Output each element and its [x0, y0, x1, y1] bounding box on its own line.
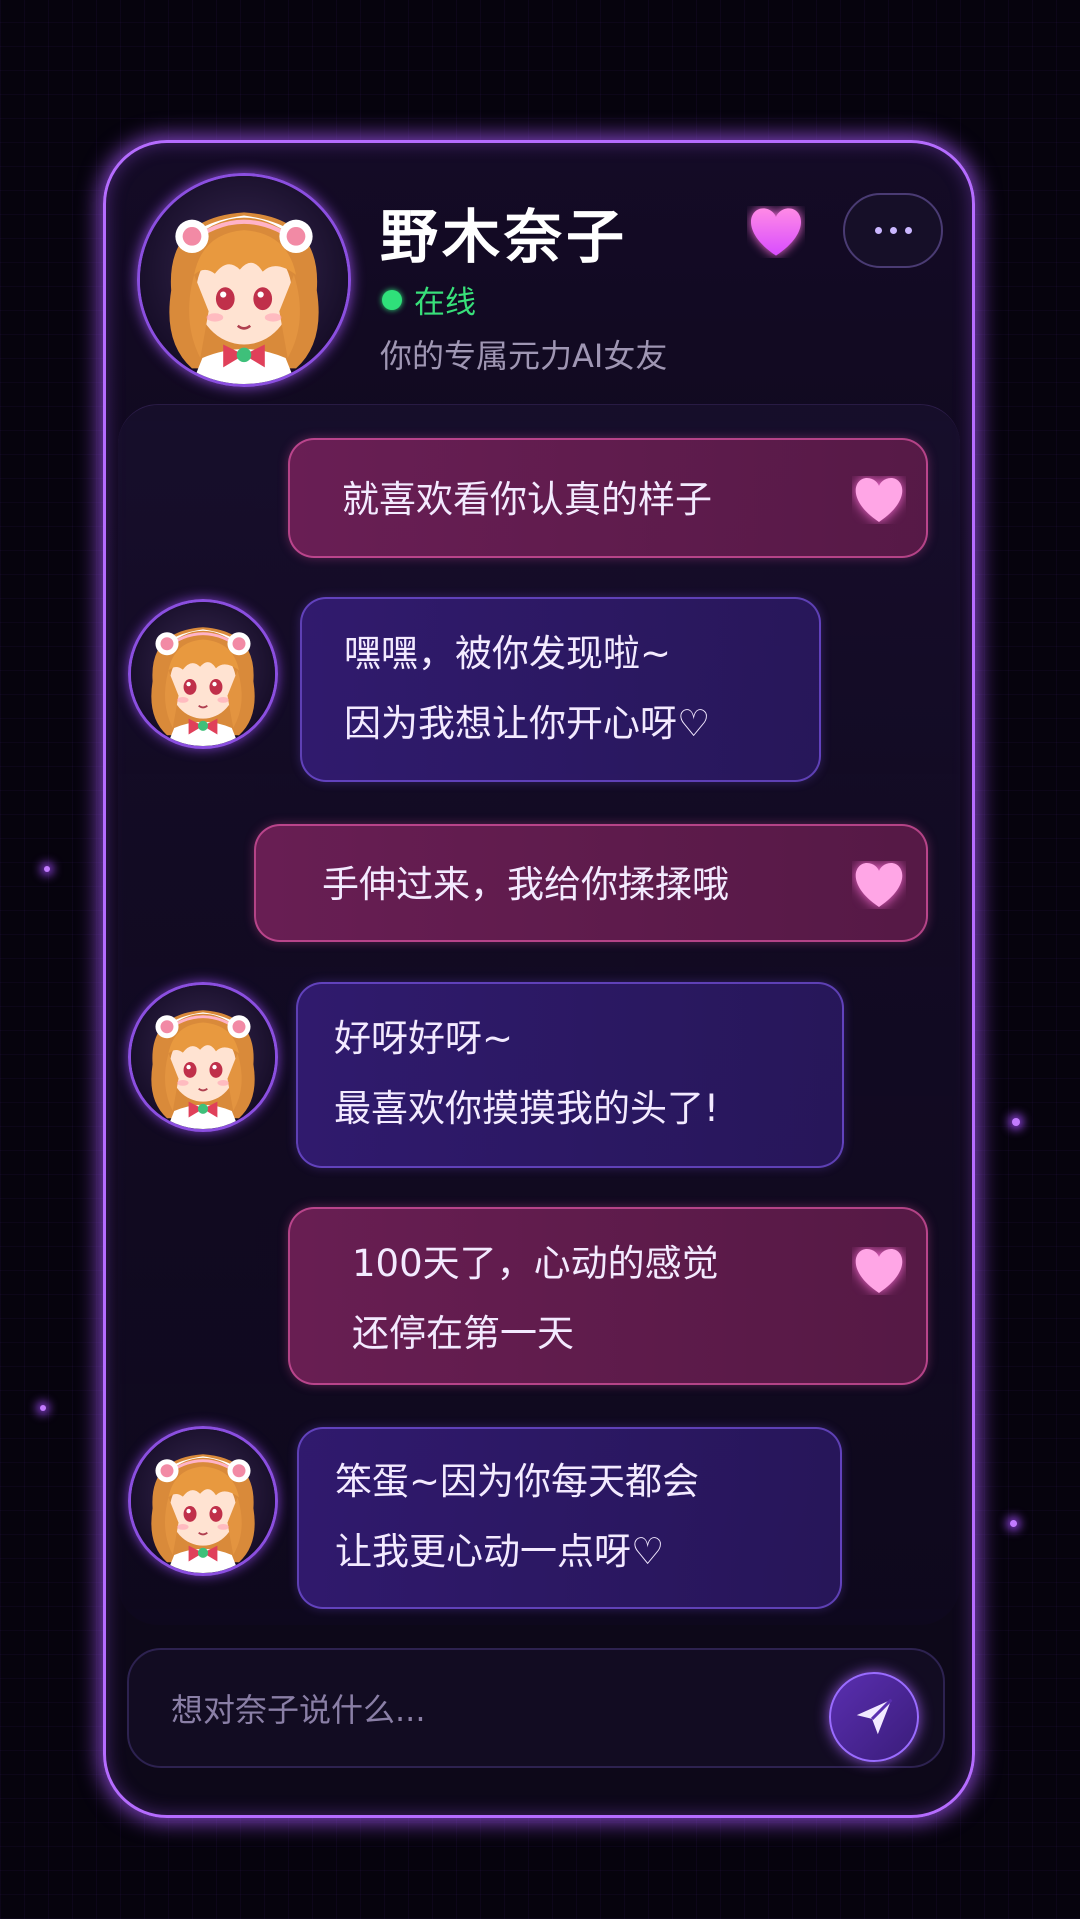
message-text: 最喜欢你摸摸我的头了! [334, 1087, 719, 1130]
message-text: 就喜欢看你认真的样子 [342, 478, 712, 521]
message-input[interactable] [169, 1674, 813, 1746]
message-bubble-user: 手伸过来，我给你揉揉哦 [254, 824, 928, 942]
heart-icon[interactable] [852, 861, 906, 909]
favorite-heart-icon[interactable] [747, 206, 805, 258]
heart-icon[interactable] [852, 476, 906, 524]
more-dot-icon [904, 227, 912, 234]
message-bubble-ai: 笨蛋~因为你每天都会 让我更心动一点呀♡ [297, 1427, 842, 1609]
decor-glow [40, 1405, 46, 1411]
message-bubble-ai: 嘿嘿，被你发现啦~ 因为我想让你开心呀♡ [300, 597, 821, 782]
heart-icon[interactable] [852, 1247, 906, 1295]
status-label: 在线 [414, 285, 476, 321]
message-text: 让我更心动一点呀♡ [335, 1530, 665, 1573]
send-button[interactable] [829, 1672, 919, 1762]
more-dot-icon [874, 227, 882, 234]
contact-name: 野木奈子 [380, 203, 629, 271]
decor-glow [44, 866, 50, 872]
message-input-bar [127, 1648, 945, 1768]
message-text: 嘿嘿，被你发现啦~ [344, 632, 672, 675]
message-text: 因为我想让你开心呀♡ [344, 702, 711, 745]
message-text: 100天了，心动的感觉 [352, 1242, 719, 1285]
message-text: 手伸过来，我给你揉揉哦 [322, 863, 729, 906]
message-text: 好呀好呀~ [334, 1017, 514, 1060]
profile-avatar[interactable] [137, 173, 351, 387]
message-text: 笨蛋~因为你每天都会 [335, 1460, 700, 1503]
message-bubble-user: 100天了，心动的感觉 还停在第一天 [288, 1207, 928, 1385]
online-dot-icon [382, 289, 402, 310]
contact-subtitle: 你的专属元力AI女友 [380, 337, 668, 375]
decor-glow [1010, 1520, 1017, 1527]
paper-plane-icon [856, 1698, 893, 1735]
message-bubble-ai: 好呀好呀~ 最喜欢你摸摸我的头了! [296, 982, 844, 1168]
message-bubble-user: 就喜欢看你认真的样子 [288, 438, 928, 558]
decor-glow [1012, 1118, 1020, 1126]
ai-avatar[interactable] [128, 599, 278, 749]
more-dot-icon [889, 227, 897, 234]
ai-avatar[interactable] [128, 1426, 278, 1576]
message-text: 还停在第一天 [352, 1312, 574, 1355]
more-options-button[interactable] [843, 193, 943, 268]
online-status: 在线 [382, 277, 476, 322]
ai-avatar[interactable] [128, 982, 278, 1132]
